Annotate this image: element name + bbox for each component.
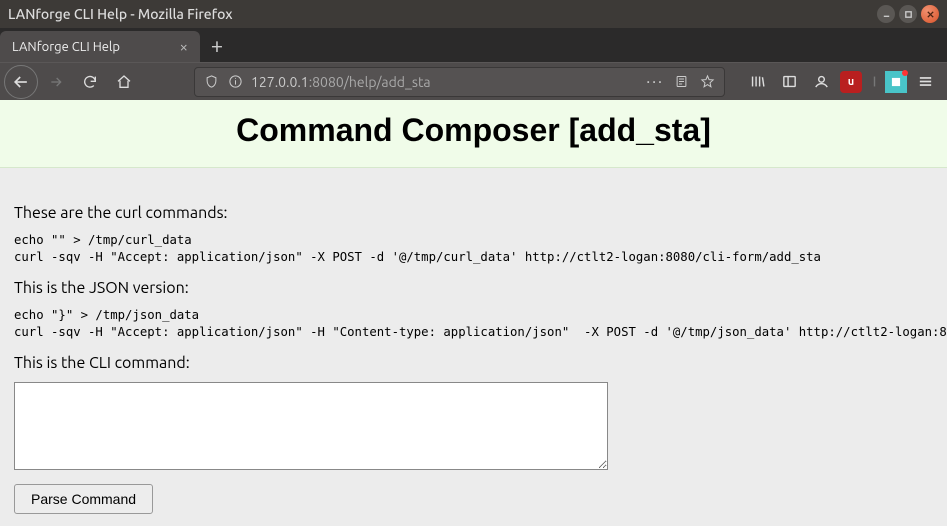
reader-view-icon[interactable] bbox=[668, 70, 694, 94]
library-icon[interactable] bbox=[741, 67, 773, 97]
toolbar-separator bbox=[865, 67, 883, 97]
extension-icon[interactable] bbox=[885, 71, 907, 93]
curl-code-block: echo "" > /tmp/curl_data curl -sqv -H "A… bbox=[14, 232, 933, 265]
browser-tab-active[interactable]: LANforge CLI Help × bbox=[0, 31, 200, 62]
bookmark-star-icon[interactable] bbox=[694, 70, 720, 94]
window-title: LANforge CLI Help - Mozilla Firefox bbox=[8, 6, 877, 22]
window-titlebar: LANforge CLI Help - Mozilla Firefox bbox=[0, 0, 947, 28]
json-code-block: echo "}" > /tmp/json_data curl -sqv -H "… bbox=[14, 307, 933, 340]
shield-icon[interactable] bbox=[199, 70, 223, 94]
back-button[interactable] bbox=[4, 65, 38, 99]
tab-close-icon[interactable]: × bbox=[178, 38, 190, 55]
browser-tab-title: LANforge CLI Help bbox=[12, 40, 168, 54]
url-path: :8080/help/add_sta bbox=[309, 74, 431, 90]
address-bar[interactable]: 127.0.0.1:8080/help/add_sta ··· bbox=[194, 67, 725, 97]
page-banner: Command Composer [add_sta] bbox=[0, 100, 947, 168]
site-info-icon[interactable] bbox=[223, 70, 247, 94]
json-intro-text: This is the JSON version: bbox=[14, 279, 933, 297]
ublock-icon[interactable]: u bbox=[840, 71, 862, 93]
new-tab-button[interactable]: + bbox=[200, 28, 234, 62]
page-actions-icon[interactable]: ··· bbox=[642, 73, 668, 91]
parse-command-button[interactable]: Parse Command bbox=[14, 484, 153, 514]
url-text[interactable]: 127.0.0.1:8080/help/add_sta bbox=[247, 74, 642, 90]
window-close-button[interactable] bbox=[921, 5, 939, 23]
hamburger-menu-icon[interactable] bbox=[909, 67, 941, 97]
browser-navbar: 127.0.0.1:8080/help/add_sta ··· u bbox=[0, 62, 947, 100]
cli-command-textarea[interactable] bbox=[14, 382, 608, 470]
page-viewport[interactable]: Command Composer [add_sta] These are the… bbox=[0, 100, 947, 526]
browser-tabstrip: LANforge CLI Help × + bbox=[0, 28, 947, 62]
home-button[interactable] bbox=[108, 67, 140, 97]
cli-intro-text: This is the CLI command: bbox=[14, 354, 933, 372]
forward-button bbox=[40, 67, 72, 97]
window-maximize-button[interactable] bbox=[899, 5, 917, 23]
window-minimize-button[interactable] bbox=[877, 5, 895, 23]
page-heading: Command Composer [add_sta] bbox=[0, 112, 947, 149]
url-host: 127.0.0.1 bbox=[251, 74, 309, 90]
account-icon[interactable] bbox=[805, 67, 837, 97]
curl-intro-text: These are the curl commands: bbox=[14, 204, 933, 222]
reload-button[interactable] bbox=[74, 67, 106, 97]
sidebar-icon[interactable] bbox=[773, 67, 805, 97]
